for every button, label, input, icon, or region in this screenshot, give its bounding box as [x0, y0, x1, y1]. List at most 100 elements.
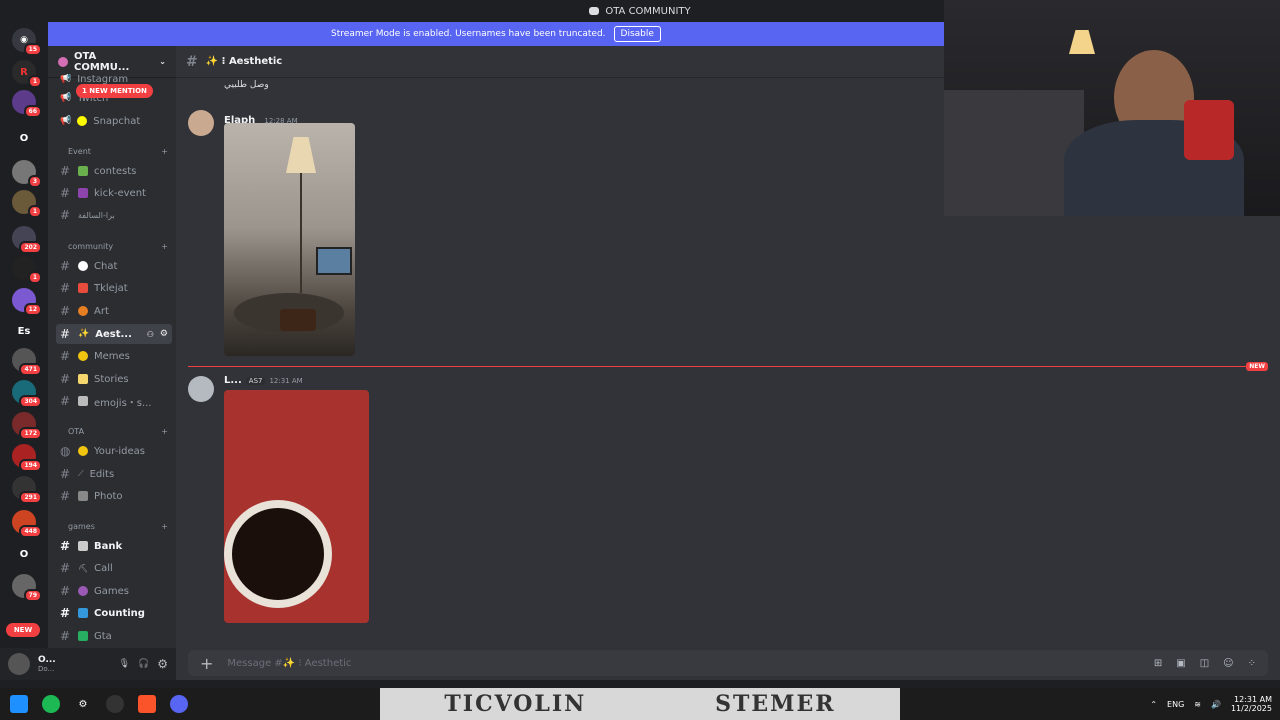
channel-kick-event[interactable]: # kick-event	[56, 183, 172, 203]
wallpaper-text: STEMER	[715, 691, 836, 717]
server-rail: ◉ 15 R1 66 O 3 1 202 1 12 Es 471 304 172…	[0, 22, 48, 648]
category-label: OTA	[68, 427, 85, 436]
server-badge: 194	[19, 459, 42, 472]
disable-button[interactable]: Disable	[613, 26, 661, 42]
gif-icon[interactable]: ▣	[1176, 658, 1185, 669]
server-icon[interactable]: 202	[12, 226, 42, 254]
message-input[interactable]: Message #✨ ⁝ Aesthetic	[227, 658, 1139, 669]
lightbulb-icon	[78, 446, 88, 456]
snapchat-icon	[77, 116, 88, 126]
channel-snapchat[interactable]: 📢 Snapchat	[56, 111, 172, 131]
channel-stories[interactable]: # Stories	[56, 369, 172, 389]
channel-tklejat[interactable]: # Tklejat	[56, 278, 172, 298]
channel-emojis[interactable]: # emojis・s...	[56, 391, 172, 411]
volume-icon[interactable]: 🔊	[1211, 700, 1221, 709]
windows-start-icon[interactable]	[10, 695, 28, 713]
add-channel-icon[interactable]: +	[161, 427, 168, 436]
hash-icon: #	[60, 259, 71, 273]
headphones-icon[interactable]: 🎧	[138, 659, 149, 669]
message-image-attachment[interactable]	[224, 390, 369, 623]
channel-your-ideas[interactable]: ◍ Your-ideas	[56, 441, 172, 461]
server-icon[interactable]: 291	[12, 476, 42, 504]
channel-aesthetic[interactable]: # ✨ Aest... ⚇ ⚙	[56, 324, 172, 344]
server-icon[interactable]: 194	[12, 444, 42, 472]
gear-icon[interactable]: ⚙	[160, 329, 168, 339]
category-games[interactable]: games +	[68, 522, 168, 531]
server-icon[interactable]: 1	[12, 256, 42, 284]
message-image-attachment[interactable]	[224, 123, 355, 356]
hash-icon: #	[60, 629, 71, 643]
server-icon[interactable]: 448	[12, 510, 42, 538]
category-label: community	[68, 242, 114, 251]
category-ota[interactable]: OTA +	[68, 427, 168, 436]
gear-icon[interactable]: ⚙	[157, 657, 168, 671]
brave-icon[interactable]	[138, 695, 156, 713]
server-icon[interactable]: 3	[12, 160, 42, 188]
new-mention-pill[interactable]: 1 NEW MENTION	[76, 84, 153, 98]
server-icon[interactable]: R1	[12, 60, 42, 88]
chevron-up-icon[interactable]: ⌃	[1150, 700, 1157, 709]
hash-icon: #	[60, 467, 71, 481]
channel-sidebar: OTA COMMU... ⌄ 📢 Instagram 📢 Twitch 1 NE…	[48, 46, 176, 648]
language-indicator[interactable]: ENG	[1167, 700, 1184, 709]
channel-label: برا-السالفة	[78, 210, 115, 220]
channel-chat[interactable]: # Chat	[56, 256, 172, 276]
category-community[interactable]: community +	[68, 242, 168, 251]
channel-title: ✨ ⁝ Aesthetic	[205, 56, 283, 67]
add-channel-icon[interactable]: +	[161, 242, 168, 251]
channel-edits[interactable]: # ⟋ Edits	[56, 464, 172, 484]
channel-gta[interactable]: # Gta	[56, 626, 172, 646]
channel-bara-alsalfa[interactable]: # برا-السالفة	[56, 205, 172, 225]
channel-contests[interactable]: # contests	[56, 161, 172, 181]
user-info[interactable]: O... Do...	[38, 655, 111, 673]
server-icon[interactable]: 12	[12, 288, 42, 316]
direct-messages-button[interactable]: ◉ 15	[12, 28, 42, 56]
sticker-icon[interactable]: ◫	[1200, 658, 1209, 669]
obs-icon[interactable]	[106, 695, 124, 713]
server-icon[interactable]: 1	[12, 190, 42, 218]
spotify-icon[interactable]	[42, 695, 60, 713]
channel-art[interactable]: # Art	[56, 301, 172, 321]
clock[interactable]: 12:31 AM 11/2/2025	[1231, 695, 1272, 713]
server-icon[interactable]: 66	[12, 90, 42, 118]
channel-games[interactable]: # Games	[56, 581, 172, 601]
new-servers-label[interactable]: NEW	[6, 623, 40, 637]
channel-memes[interactable]: # Memes	[56, 346, 172, 366]
message-author[interactable]: L...	[224, 375, 242, 386]
channel-photo[interactable]: # Photo	[56, 486, 172, 506]
user-avatar[interactable]	[188, 110, 214, 136]
category-event[interactable]: Event +	[68, 147, 168, 156]
server-badge: 202	[19, 241, 42, 254]
server-icon[interactable]: 79	[12, 574, 42, 602]
microphone-icon[interactable]: 🎙	[119, 659, 130, 669]
settings-icon[interactable]: ⚙	[74, 695, 92, 713]
apps-icon[interactable]: ⁘	[1248, 658, 1256, 669]
server-letter-icon[interactable]: O	[12, 542, 36, 566]
add-channel-icon[interactable]: +	[161, 147, 168, 156]
user-avatar[interactable]	[188, 376, 214, 402]
wifi-icon[interactable]: ≋	[1194, 700, 1201, 709]
channel-bank[interactable]: # Bank	[56, 536, 172, 556]
server-badge: 3	[27, 175, 42, 188]
channel-counting[interactable]: # Counting	[56, 603, 172, 623]
user-avatar[interactable]	[8, 653, 30, 675]
channel-call[interactable]: # ⛏ Call	[56, 558, 172, 578]
server-letter-icon[interactable]: Es	[12, 319, 36, 343]
guild-tag: AS7	[245, 376, 266, 385]
server-letter-icon[interactable]: O	[12, 126, 36, 150]
emoji-icon[interactable]: ☺	[1223, 658, 1233, 669]
server-icon[interactable]: 471	[12, 348, 42, 376]
category-label: games	[68, 522, 95, 531]
add-attachment-icon[interactable]: +	[200, 654, 213, 673]
server-icon[interactable]: 172	[12, 412, 42, 440]
channel-instagram[interactable]: 📢 Instagram	[56, 74, 172, 84]
invite-icon[interactable]: ⚇	[147, 330, 154, 339]
banner-message: Streamer Mode is enabled. Usernames have…	[331, 29, 606, 39]
server-icon[interactable]: 304	[12, 380, 42, 408]
add-channel-icon[interactable]: +	[161, 522, 168, 531]
channel-label: Photo	[94, 490, 123, 502]
discord-taskbar-icon[interactable]	[170, 695, 188, 713]
gift-icon[interactable]: ⊞	[1154, 658, 1162, 669]
hash-icon: #	[60, 539, 71, 553]
hash-icon: #	[60, 186, 71, 200]
